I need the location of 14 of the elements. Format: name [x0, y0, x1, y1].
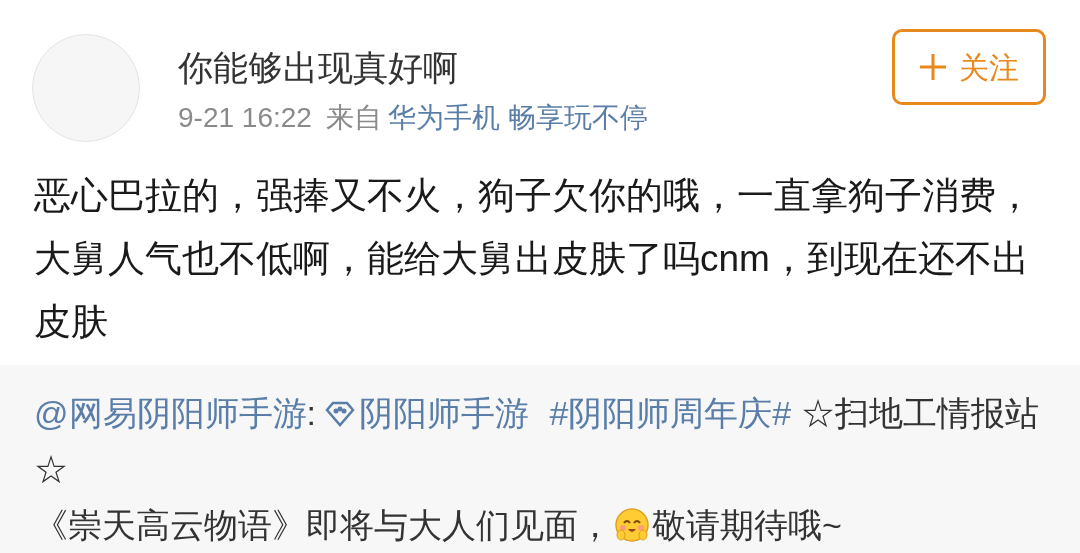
plus-icon [919, 53, 947, 81]
repost-paragraph: @网易阴阳师手游: 阴阳师手游 #阴阳师周年庆# ☆扫地工情报站☆ [34, 393, 1040, 490]
diamond-people-icon [325, 401, 356, 427]
page-link[interactable]: 阴阳师手游 [325, 394, 530, 432]
post-text: 恶心巴拉的，强捧又不火，狗子欠你的哦，一直拿狗子消费，大舅人气也不低啊，能给大舅出皮肤了吗cnm，到现在还不出皮肤 [34, 174, 1034, 344]
smiley-icon [614, 507, 650, 543]
follow-button[interactable]: 关注 [892, 29, 1046, 105]
post-time: 9-21 16:22 [178, 101, 312, 135]
author-name[interactable]: 你能够出现真好啊 [178, 46, 892, 90]
topic-link[interactable]: #阴阳师周年庆# [549, 394, 792, 432]
mention-link[interactable]: @网易阴阳师手游 [34, 394, 307, 432]
source-label: 来自 [325, 101, 382, 135]
source-link[interactable]: 华为手机 畅享玩不停 [387, 100, 648, 136]
repost-paragraph: 《崇天高云物语》即将与大人们见面， 敬请期待哦~ [34, 505, 843, 546]
